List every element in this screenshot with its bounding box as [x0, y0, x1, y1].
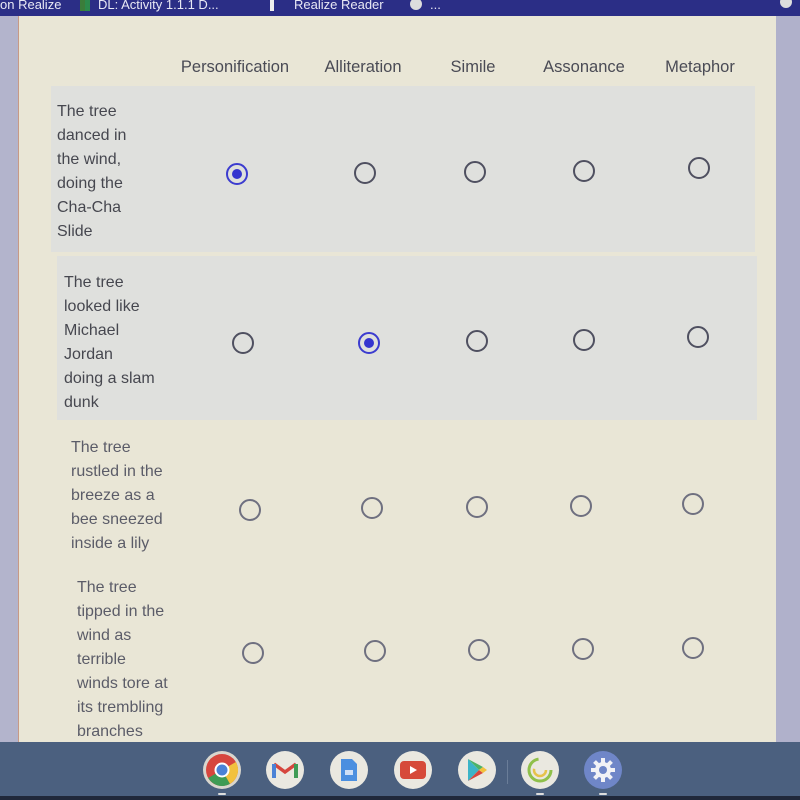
grid-row: The tree danced in the wind, doing the C…: [51, 86, 755, 252]
row-label-line: rustled in the: [71, 463, 163, 480]
bookmark-realize[interactable]: on Realize: [0, 0, 61, 12]
shelf-edge: [0, 796, 800, 800]
page-scrollbar-area[interactable]: [774, 16, 800, 742]
row-label-line: The tree: [57, 103, 117, 120]
row-label-line: inside a lily: [71, 535, 150, 552]
grid-column-headers: Personification Alliteration Simile Asso…: [19, 58, 777, 82]
radio-assonance[interactable]: [573, 329, 595, 351]
radio-metaphor[interactable]: [682, 493, 704, 515]
column-header-metaphor: Metaphor: [665, 58, 735, 76]
radio-alliteration[interactable]: [354, 162, 376, 184]
radio-simile[interactable]: [468, 639, 490, 661]
row-label: The tree looked like Michael Jordan doin…: [64, 271, 184, 415]
radio-metaphor[interactable]: [688, 157, 710, 179]
row-label-line: branches: [77, 723, 143, 740]
loading-circle-icon[interactable]: [521, 751, 559, 789]
row-label-line: the wind,: [57, 151, 122, 168]
page-left-margin: [0, 16, 20, 742]
bookmark-icon: [270, 0, 274, 11]
multiple-choice-grid: Personification Alliteration Simile Asso…: [18, 16, 776, 742]
column-header-simile: Simile: [450, 58, 496, 76]
radio-simile[interactable]: [466, 496, 488, 518]
row-label-line: dunk: [64, 394, 99, 411]
radio-alliteration[interactable]: [361, 497, 383, 519]
row-label-line: doing the: [57, 175, 123, 192]
running-indicator: [536, 793, 544, 795]
row-label: The tree danced in the wind, doing the C…: [57, 100, 177, 244]
globe-icon: [410, 0, 422, 10]
row-label-line: The tree: [64, 274, 124, 291]
google-docs-icon[interactable]: [330, 751, 368, 789]
radio-metaphor[interactable]: [687, 326, 709, 348]
bookmark-label: ...: [430, 0, 441, 12]
column-header-personification: Personification: [180, 58, 290, 76]
row-label-line: Jordan: [64, 346, 113, 363]
radio-personification[interactable]: [226, 163, 248, 185]
radio-personification[interactable]: [232, 332, 254, 354]
radio-simile[interactable]: [466, 330, 488, 352]
shelf-divider: [507, 760, 508, 784]
grid-row: The tree looked like Michael Jordan doin…: [57, 256, 757, 420]
row-label-line: Slide: [57, 223, 93, 240]
chrome-icon[interactable]: [203, 751, 241, 789]
row-label-line: tipped in the: [77, 603, 165, 620]
shelf: [0, 742, 800, 800]
bookmark-activity[interactable]: DL: Activity 1.1.1 D...: [80, 0, 219, 12]
row-label-line: The tree: [71, 439, 131, 456]
bookmark-other[interactable]: ...: [410, 0, 441, 12]
radio-alliteration[interactable]: [358, 332, 380, 354]
row-label-line: winds tore at: [77, 675, 168, 692]
radio-metaphor[interactable]: [682, 637, 704, 659]
google-sheets-icon: [80, 0, 90, 11]
youtube-icon[interactable]: [394, 751, 432, 789]
radio-personification[interactable]: [239, 499, 261, 521]
column-header-alliteration: Alliteration: [324, 58, 402, 76]
running-indicator: [599, 793, 607, 795]
gmail-icon[interactable]: [266, 751, 304, 789]
grid-row: The tree tipped in the wind as terrible …: [69, 574, 769, 742]
row-label-line: breeze as a: [71, 487, 155, 504]
row-label-line: bee sneezed: [71, 511, 163, 528]
radio-assonance[interactable]: [573, 160, 595, 182]
row-label: The tree tipped in the wind as terrible …: [77, 576, 197, 744]
bookmark-label: DL: Activity 1.1.1 D...: [98, 0, 219, 12]
row-label-line: Cha-Cha: [57, 199, 122, 216]
row-label-line: Michael: [64, 322, 120, 339]
bookmark-realize-reader[interactable]: Realize Reader: [270, 0, 384, 12]
row-label-line: wind as: [77, 627, 132, 644]
radio-personification[interactable]: [242, 642, 264, 664]
row-label: The tree rustled in the breeze as a bee …: [71, 436, 191, 556]
row-label-line: looked like: [64, 298, 140, 315]
row-label-line: terrible: [77, 651, 126, 668]
play-store-icon[interactable]: [458, 751, 496, 789]
bookmark-label: on Realize: [0, 0, 62, 12]
bookmark-label: Realize Reader: [294, 0, 384, 12]
radio-alliteration[interactable]: [364, 640, 386, 662]
running-indicator: [218, 793, 226, 795]
radio-assonance[interactable]: [572, 638, 594, 660]
column-header-assonance: Assonance: [543, 58, 625, 76]
radio-assonance[interactable]: [570, 495, 592, 517]
row-label-line: doing a slam: [64, 370, 155, 387]
bookmarks-bar: on Realize DL: Activity 1.1.1 D... Reali…: [0, 0, 800, 16]
grid-row: The tree rustled in the breeze as a bee …: [63, 426, 763, 564]
radio-simile[interactable]: [464, 161, 486, 183]
row-label-line: danced in: [57, 127, 127, 144]
settings-gear-icon[interactable]: [584, 751, 622, 789]
profile-icon[interactable]: [780, 0, 792, 8]
row-label-line: its trembling: [77, 699, 164, 716]
row-label-line: The tree: [77, 579, 137, 596]
